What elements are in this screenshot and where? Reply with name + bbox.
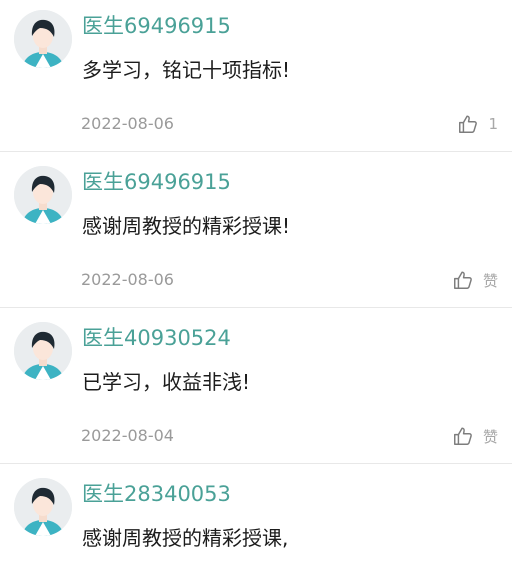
doctor-avatar-icon[interactable] <box>14 10 72 68</box>
comment-date: 2022-08-04 <box>81 426 174 445</box>
thumbs-up-icon <box>459 115 478 133</box>
like-button[interactable]: 赞 <box>452 266 498 294</box>
comment-item: 医生28340053 感谢周教授的精彩授课, <box>0 468 512 579</box>
username[interactable]: 医生40930524 <box>82 324 231 352</box>
like-count: 1 <box>488 115 498 133</box>
like-button[interactable]: 1 <box>457 110 498 138</box>
comment-item: 医生69496915 感谢周教授的精彩授课! 2022-08-06 赞 <box>0 156 512 312</box>
divider <box>0 151 512 152</box>
username[interactable]: 医生28340053 <box>82 480 231 508</box>
like-label: 赞 <box>482 427 498 446</box>
username[interactable]: 医生69496915 <box>82 168 231 196</box>
doctor-avatar-icon[interactable] <box>14 322 72 380</box>
like-label: 赞 <box>482 271 498 290</box>
comment-date: 2022-08-06 <box>81 270 174 289</box>
like-button[interactable]: 赞 <box>452 422 498 450</box>
doctor-avatar-icon[interactable] <box>14 166 72 224</box>
thumbs-up-icon <box>454 271 472 289</box>
comment-text: 感谢周教授的精彩授课! <box>82 214 291 238</box>
comment-text: 已学习，收益非浅! <box>82 370 251 394</box>
comment-text: 多学习，铭记十项指标! <box>82 58 291 82</box>
comment-item: 医生40930524 已学习，收益非浅! 2022-08-04 赞 <box>0 312 512 468</box>
divider <box>0 463 512 464</box>
comment-text: 感谢周教授的精彩授课, <box>82 526 289 550</box>
thumbs-up-icon <box>454 427 472 445</box>
username[interactable]: 医生69496915 <box>82 12 231 40</box>
doctor-avatar-icon[interactable] <box>14 478 72 536</box>
comment-item: 医生69496915 多学习，铭记十项指标! 2022-08-06 1 <box>0 0 512 156</box>
divider <box>0 307 512 308</box>
comment-date: 2022-08-06 <box>81 114 174 133</box>
